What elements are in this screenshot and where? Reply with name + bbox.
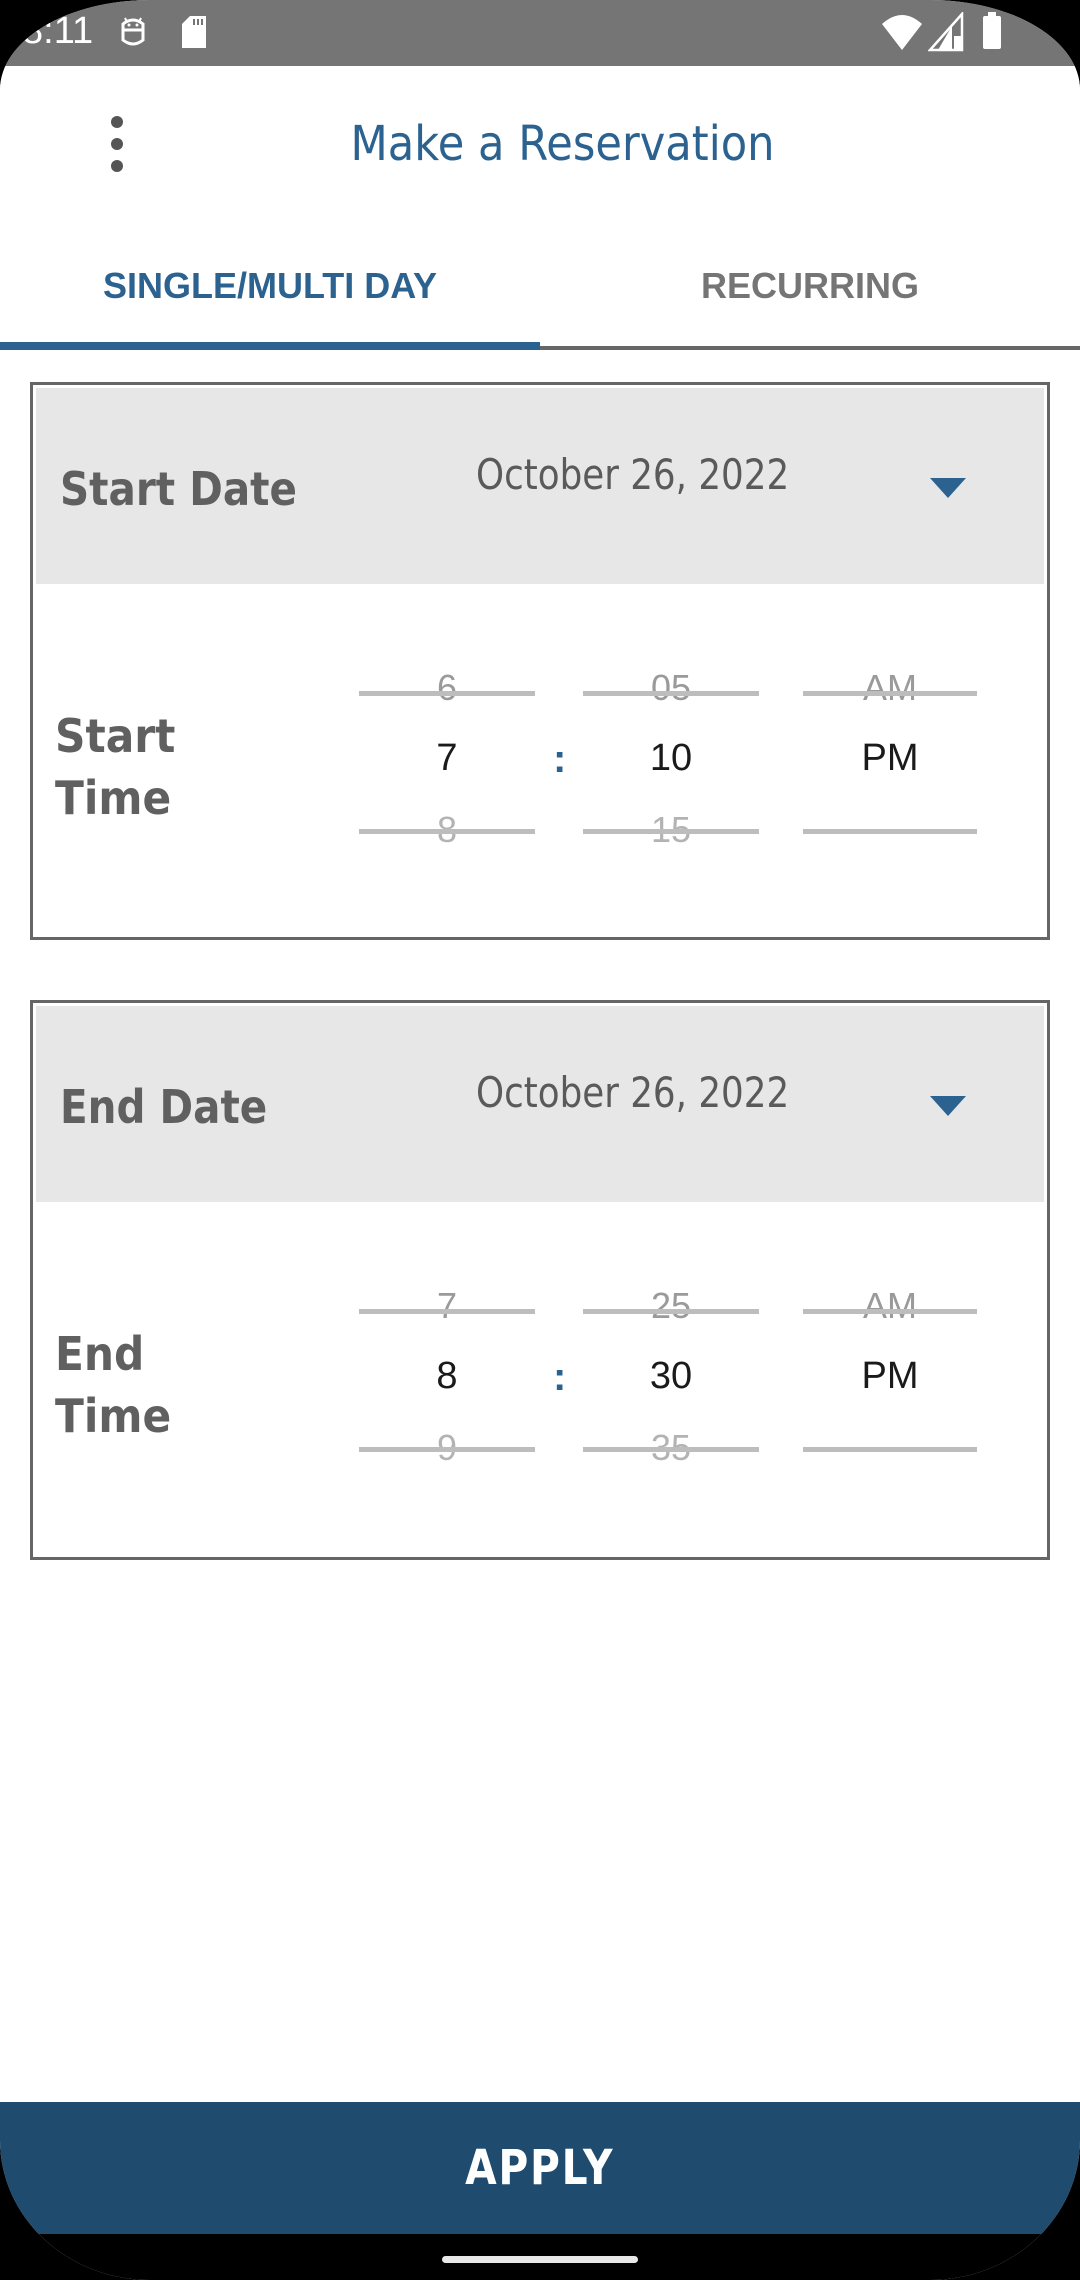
tab-bar: SINGLE/MULTI DAY RECURRING [0,240,1080,350]
end-minute-wheel[interactable]: 25 30 35 [583,1259,759,1468]
picker-divider [803,1447,977,1452]
dropdown-arrow-icon[interactable] [930,478,966,498]
picker-divider [583,1309,759,1314]
debug-icon [121,17,145,46]
ampm-prev[interactable]: AM [803,667,977,709]
end-hour-wheel[interactable]: 7 8 9 [359,1259,535,1468]
start-ampm-wheel[interactable]: AM PM [803,641,977,841]
picker-divider [803,829,977,834]
end-date-value[interactable]: October 26, 2022 [476,1068,789,1117]
start-date-value[interactable]: October 26, 2022 [476,450,789,499]
picker-divider [583,691,759,696]
apply-button[interactable]: APPLY [0,2102,1080,2234]
signal-icon [928,12,964,52]
tab-single-multi-day[interactable]: SINGLE/MULTI DAY [0,240,540,350]
app-header: Make a Reservation [0,66,1080,226]
hour-prev[interactable]: 6 [359,667,535,709]
start-time-picker: 6 7 8 : 05 10 15 AM PM [33,641,1047,850]
end-ampm-wheel[interactable]: AM PM [803,1259,977,1459]
picker-divider [803,691,977,696]
picker-divider [359,691,535,696]
sd-card-icon [182,16,206,48]
active-tab-indicator [0,342,540,350]
minute-prev[interactable]: 25 [583,1285,759,1327]
start-date-selector[interactable]: Start Date October 26, 2022 [36,388,1044,584]
start-card: Start Date October 26, 2022 Start Time 6… [30,382,1050,940]
page-title: Make a Reservation [350,116,775,172]
status-time: 8:11 [22,10,94,52]
hour-prev[interactable]: 7 [359,1285,535,1327]
start-hour-wheel[interactable]: 6 7 8 [359,641,535,850]
picker-divider [359,829,535,834]
minute-current[interactable]: 30 [583,1355,759,1398]
navigation-bar [0,2234,1080,2280]
end-date-selector[interactable]: End Date October 26, 2022 [36,1006,1044,1202]
battery-icon [983,12,1001,49]
picker-divider [583,829,759,834]
time-separator: : [553,1355,567,1399]
time-separator: : [553,737,567,781]
ampm-current[interactable]: PM [803,737,977,780]
home-indicator[interactable] [442,2256,638,2263]
end-card: End Date October 26, 2022 End Time 7 8 9… [30,1000,1050,1560]
picker-divider [803,1309,977,1314]
hour-current[interactable]: 8 [359,1355,535,1398]
minute-prev[interactable]: 05 [583,667,759,709]
screen: 8:11 Make a Reservation SINGLE/MULTI DAY… [0,0,1080,2280]
ampm-prev[interactable]: AM [803,1285,977,1327]
end-time-picker: 7 8 9 : 25 30 35 AM PM [33,1259,1047,1468]
dropdown-arrow-icon[interactable] [930,1096,966,1116]
status-bar: 8:11 [0,0,1080,66]
wifi-icon [882,15,922,50]
start-minute-wheel[interactable]: 05 10 15 [583,641,759,850]
picker-divider [359,1447,535,1452]
hour-current[interactable]: 7 [359,737,535,780]
picker-divider [359,1309,535,1314]
picker-divider [583,1447,759,1452]
end-date-label: End Date [60,1080,268,1134]
apply-button-label: APPLY [465,2140,615,2196]
tab-recurring[interactable]: RECURRING [540,240,1080,350]
ampm-current[interactable]: PM [803,1355,977,1398]
minute-current[interactable]: 10 [583,737,759,780]
start-date-label: Start Date [60,462,297,516]
